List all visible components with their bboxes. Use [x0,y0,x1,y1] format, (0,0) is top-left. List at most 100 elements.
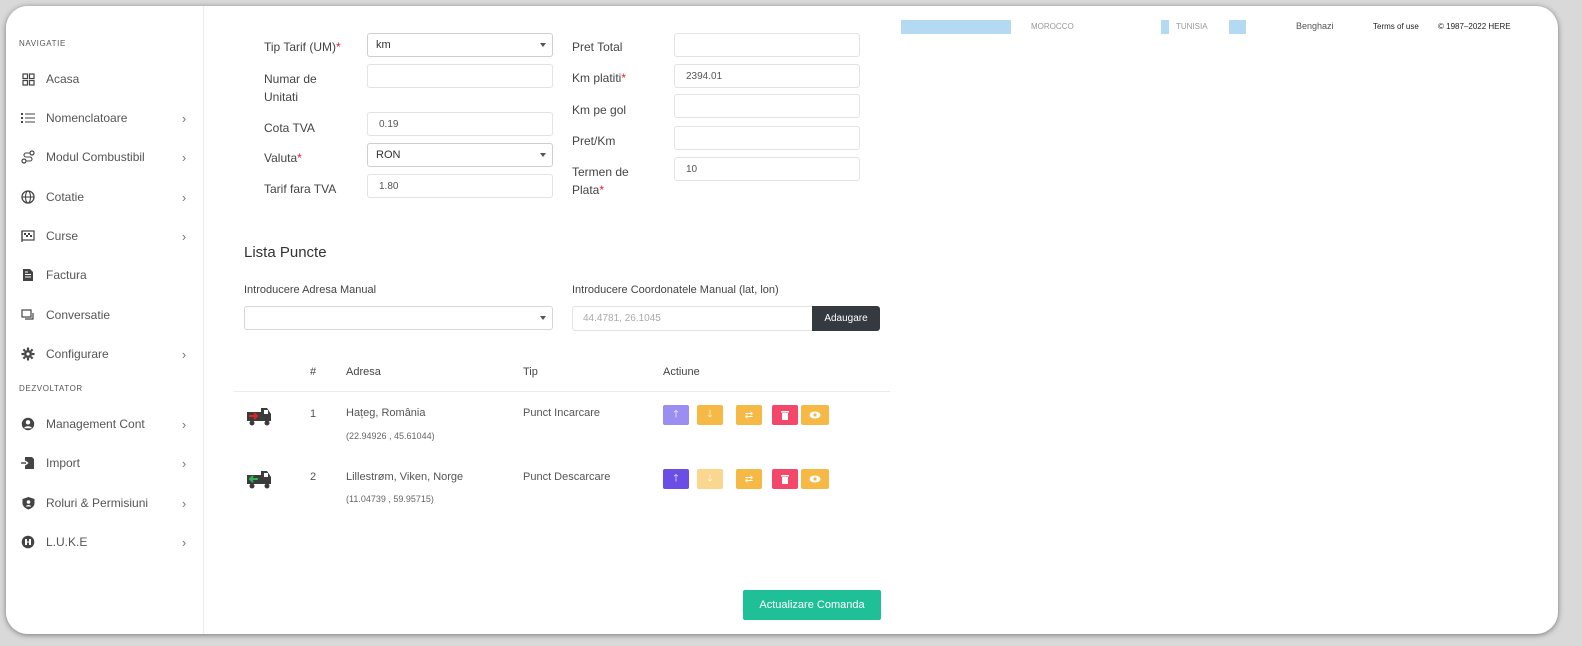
chevron-right-icon: › [181,455,187,471]
dashboard-icon [20,71,36,87]
pret-km-label: Pret/Km [572,134,616,148]
swap-icon: ⇄ [744,409,754,421]
sidebar-item-label: Management Cont [46,417,145,431]
sidebar-item-label: Cotatie [46,190,85,204]
gear-icon [20,346,36,362]
coords-input[interactable]: 44.4781, 26.1045 [572,306,812,331]
km-pe-gol-label: Km pe gol [572,103,627,117]
row-number: 1 [310,408,317,420]
pret-total-input[interactable] [674,33,860,57]
tarif-fara-tva-input[interactable]: 1.80 [367,174,553,198]
sidebar-item-modul-combustibil[interactable]: Modul Combustibil › [20,145,190,169]
numar-unitati-label: Numar de Unitati [264,72,317,104]
sidebar-item-curse[interactable]: Curse › [20,224,190,248]
globe-icon [20,189,36,205]
points-section-title: Lista Puncte [244,244,327,261]
delete-button[interactable] [772,405,798,425]
sidebar-item-conversatie[interactable]: Conversatie [20,303,190,327]
chevron-right-icon: › [181,416,187,432]
view-button[interactable] [801,405,829,425]
sidebar: NAVIGATIE Acasa Nomenclatoare › Modul Co… [6,6,204,634]
sidebar-item-import[interactable]: Import › [20,451,190,475]
row-coords: (11.04739 , 59.95715) [346,494,434,504]
valuta-label: Valuta* [264,151,302,165]
flag-icon [20,228,36,244]
cota-tva-input[interactable]: 0.19 [367,112,553,136]
row-type: Punct Descarcare [523,471,611,483]
termen-plata-label: Termen de Plata* [572,165,629,197]
arrow-down-icon: 🡓 [707,472,713,484]
km-pe-gol-input[interactable] [674,94,860,118]
table-header-num: # [310,366,317,378]
coords-label: Introducere Coordonatele Manual (lat, lo… [572,284,779,296]
update-order-button[interactable]: Actualizare Comanda [743,590,881,620]
sidebar-item-label: L.U.K.E [46,535,88,549]
map-terms-link[interactable]: Terms of use [1373,22,1419,31]
tarif-fara-tva-label: Tarif fara TVA [264,182,337,196]
move-down-button[interactable]: 🡓 [697,405,723,425]
sidebar-item-configurare[interactable]: Configurare › [20,342,190,366]
sidebar-item-factura[interactable]: Factura [20,263,190,287]
swap-button[interactable]: ⇄ [736,405,762,425]
numar-unitati-input[interactable] [367,64,553,88]
robot-icon [20,534,36,550]
move-up-button[interactable]: 🡑 [663,405,689,425]
sidebar-item-label: Conversatie [46,308,111,322]
sidebar-item-management-cont[interactable]: Management Cont › [20,412,190,436]
pret-km-input[interactable] [674,126,860,150]
address-select[interactable] [244,306,553,330]
add-point-button[interactable]: Adaugare [812,306,880,331]
map-strip[interactable]: MOROCCO TUNISIA Benghazi Terms of use © … [901,18,1558,42]
chevron-right-icon: › [181,189,187,205]
loading-truck-icon [247,408,271,426]
delete-button[interactable] [772,469,798,489]
sidebar-item-label: Curse [46,229,79,243]
move-down-button[interactable]: 🡓 [697,469,723,489]
trash-icon [781,411,789,420]
caret-down-icon [540,316,546,320]
eye-icon [809,475,821,483]
row-coords: (22.94926 , 45.61044) [346,431,435,441]
km-platiti-input[interactable]: 2394.01 [674,64,860,88]
row-address: Hațeg, România [346,407,426,419]
sidebar-item-luke[interactable]: L.U.K.E › [20,530,190,554]
sidebar-item-roluri-permisiuni[interactable]: Roluri & Permisiuni › [20,491,190,515]
chevron-right-icon: › [181,534,187,550]
caret-down-icon [540,43,546,47]
arrow-up-icon: 🡑 [673,472,679,484]
termen-plata-input[interactable]: 10 [674,157,860,181]
table-header-divider [234,391,890,392]
chat-icon [20,307,36,323]
sidebar-item-label: Roluri & Permisiuni [46,496,149,510]
chevron-right-icon: › [181,346,187,362]
route-icon [20,149,36,165]
table-header-type: Tip [523,366,538,378]
chevron-right-icon: › [181,149,187,165]
view-button[interactable] [801,469,829,489]
cota-tva-label: Cota TVA [264,121,315,135]
row-address: Lillestrøm, Viken, Norge [346,471,464,483]
caret-down-icon [540,153,546,157]
sidebar-item-nomenclatoare[interactable]: Nomenclatoare › [20,106,190,130]
trash-icon [781,475,789,484]
map-label-tunisia: TUNISIA [1176,22,1208,31]
user-icon [20,416,36,432]
km-platiti-label: Km platiti* [572,71,627,85]
move-up-button[interactable]: 🡑 [663,469,689,489]
map-label-benghazi: Benghazi [1296,21,1334,31]
tip-tarif-select[interactable]: km [367,33,553,57]
arrow-up-icon: 🡑 [673,408,679,420]
sidebar-item-acasa[interactable]: Acasa [20,67,190,91]
shield-icon [20,495,36,511]
valuta-select[interactable]: RON [367,143,553,167]
sidebar-item-cotatie[interactable]: Cotatie › [20,185,190,209]
table-header-address: Adresa [346,366,381,378]
tip-tarif-value: km [376,39,391,51]
chevron-right-icon: › [181,228,187,244]
chevron-right-icon: › [181,110,187,126]
valuta-value: RON [376,149,401,161]
invoice-icon [20,267,36,283]
swap-button[interactable]: ⇄ [736,469,762,489]
section-title-developer: DEZVOLTATOR [19,384,83,393]
pret-total-label: Pret Total [572,40,623,54]
